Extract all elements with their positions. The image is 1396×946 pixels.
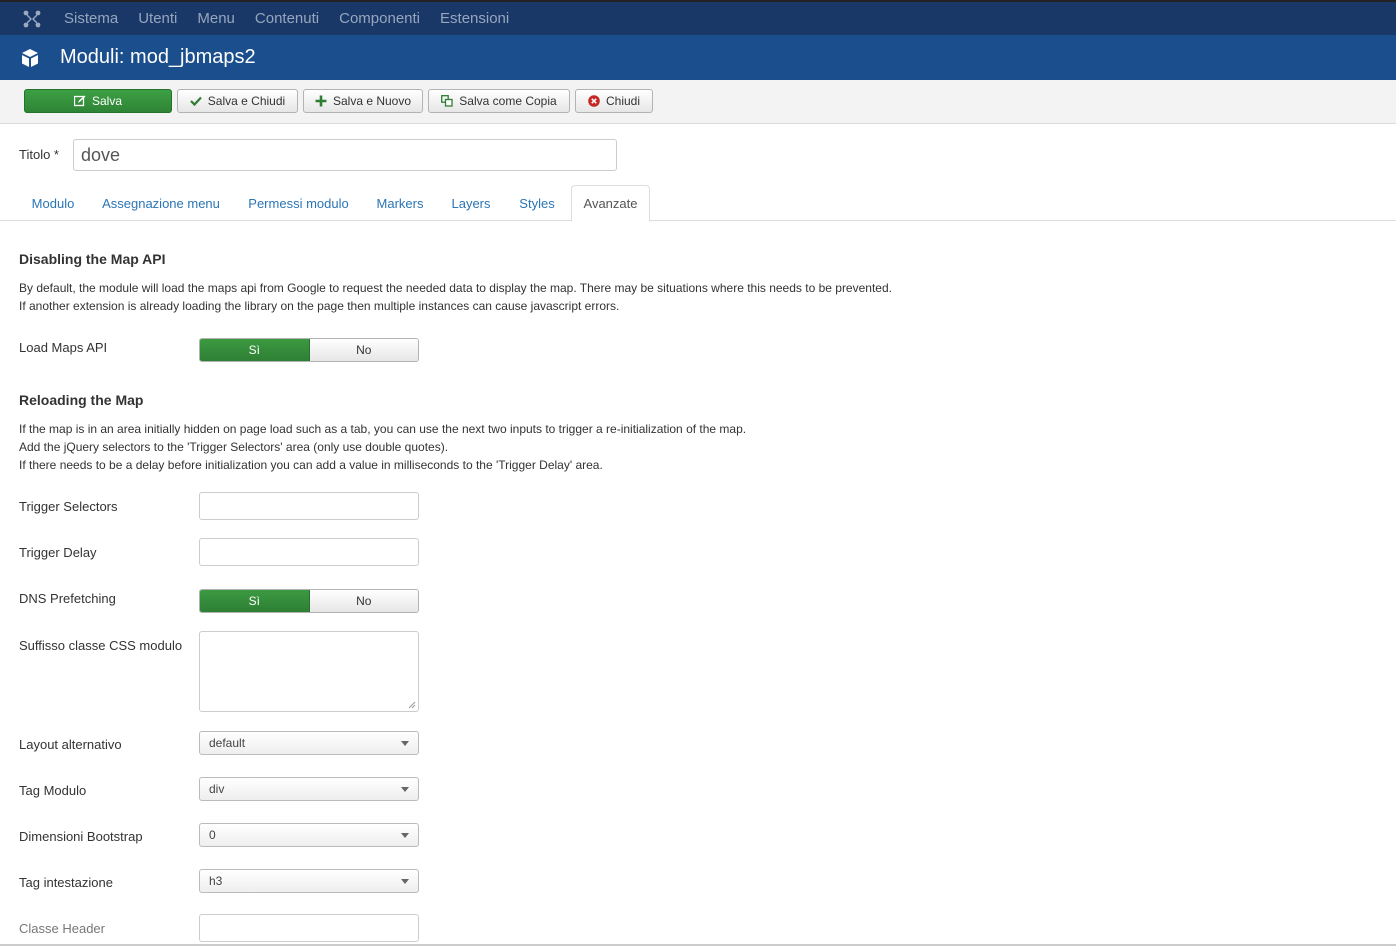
css-suffix-label: Suffisso classe CSS modulo [19,638,183,653]
load-maps-api-yes[interactable]: Sì [200,339,310,361]
title-input[interactable]: dove [73,139,617,171]
nav-menu[interactable]: Menu [197,10,235,27]
header-tag-value: h3 [209,874,223,888]
dns-prefetching-label: DNS Prefetching [19,591,116,606]
chevron-down-icon [401,833,409,838]
tab-assegnazione-menu[interactable]: Assegnazione menu [91,185,231,221]
tab-layers[interactable]: Layers [439,185,503,221]
dns-prefetching-yes[interactable]: Sì [200,590,310,612]
trigger-selectors-input[interactable] [199,492,419,520]
module-tag-label: Tag Modulo [19,783,87,798]
save-new-button[interactable]: Salva e Nuovo [303,89,423,113]
chevron-down-icon [401,787,409,792]
module-tag-value: div [209,782,225,796]
nav-estensioni[interactable]: Estensioni [440,10,509,27]
nav-utenti[interactable]: Utenti [138,10,177,27]
tab-bar: Modulo Assegnazione menu Permessi modulo… [0,185,1396,222]
load-maps-api-no[interactable]: No [309,339,418,361]
header-class-input[interactable] [199,914,419,942]
top-navbar: Sistema Utenti Menu Contenuti Componenti… [0,0,1396,35]
title-label: Titolo * [19,147,59,162]
header-tag-label: Tag intestazione [19,875,113,890]
section-title-map-api: Disabling the Map API [19,251,166,267]
load-maps-api-toggle: Sì No [199,338,419,362]
alt-layout-label: Layout alternativo [19,737,122,752]
close-label: Chiudi [605,94,641,108]
section2-text-line1: If the map is in an area initially hidde… [19,422,747,436]
section2-text-line2: Add the jQuery selectors to the 'Trigger… [19,440,449,454]
cube-icon [0,47,60,69]
tab-styles[interactable]: Styles [507,185,567,221]
close-button[interactable]: Chiudi [575,89,653,113]
toolbar: Salva Salva e Chiudi Salva e Nuovo Salva… [0,80,1396,124]
module-tag-select[interactable]: div [199,777,419,801]
section-title-reloading: Reloading the Map [19,392,144,408]
save-new-label: Salva e Nuovo [332,94,412,108]
resize-grip-icon[interactable] [408,701,416,709]
trigger-selectors-label: Trigger Selectors [19,499,118,514]
tab-avanzate[interactable]: Avanzate [571,185,650,222]
dns-prefetching-toggle: Sì No [199,589,419,613]
joomla-logo-icon[interactable] [0,2,64,35]
alt-layout-value: default [209,736,246,750]
save-button[interactable]: Salva [24,89,172,113]
css-suffix-textarea[interactable] [199,631,419,712]
bootstrap-size-label: Dimensioni Bootstrap [19,829,143,844]
tab-modulo[interactable]: Modulo [19,185,87,221]
check-icon [190,96,202,107]
section2-text-line3: If there needs to be a delay before init… [19,458,603,472]
alt-layout-select[interactable]: default [199,731,419,755]
trigger-delay-label: Trigger Delay [19,545,97,560]
tab-permessi-modulo[interactable]: Permessi modulo [236,185,361,221]
dns-prefetching-no[interactable]: No [309,590,418,612]
save-copy-label: Salva come Copia [459,94,557,108]
section1-text-line1: By default, the module will load the map… [19,281,892,295]
copy-icon [441,95,453,107]
header-tag-select[interactable]: h3 [199,869,419,893]
load-maps-api-label: Load Maps API [19,340,108,355]
save-close-label: Salva e Chiudi [207,94,286,108]
plus-icon [315,95,327,107]
save-button-label: Salva [91,94,123,108]
bootstrap-size-select[interactable]: 0 [199,823,419,847]
save-close-button[interactable]: Salva e Chiudi [177,89,298,113]
chevron-down-icon [401,879,409,884]
edit-icon [73,95,86,107]
page-title: Moduli: mod_jbmaps2 [60,46,256,68]
save-copy-button[interactable]: Salva come Copia [428,89,570,113]
nav-componenti[interactable]: Componenti [339,10,420,27]
nav-contenuti[interactable]: Contenuti [255,10,319,27]
nav-sistema[interactable]: Sistema [64,10,118,27]
bootstrap-size-value: 0 [209,828,216,842]
tab-markers[interactable]: Markers [365,185,435,221]
chevron-down-icon [401,741,409,746]
close-circle-icon [588,95,600,107]
page-header: Moduli: mod_jbmaps2 [0,35,1396,80]
trigger-delay-input[interactable] [199,538,419,566]
header-class-label: Classe Header [19,921,105,936]
section1-text-line2: If another extension is already loading … [19,299,620,313]
